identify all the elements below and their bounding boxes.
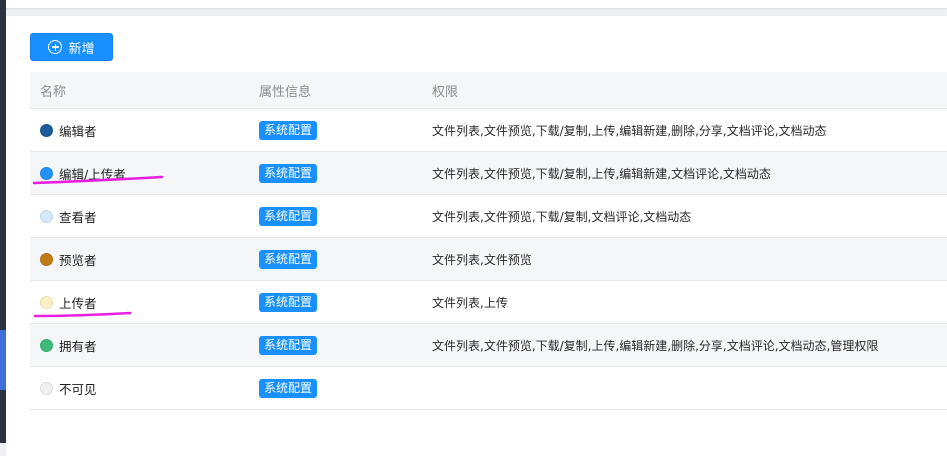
role-permissions-cell: 文件列表,文件预览 xyxy=(422,237,947,281)
role-name-cell: 不可见 xyxy=(30,366,249,410)
table-row[interactable]: 编辑者 系统配置 文件列表,文件预览,下载/复制,上传,编辑新建,删除,分享,文档评… xyxy=(30,108,947,152)
table-row[interactable]: 预览者 系统配置 文件列表,文件预览 xyxy=(30,237,947,281)
table-header-row: 名称 属性信息 权限 xyxy=(30,72,947,109)
permissions-text: 文件列表,文件预览,下载/复制,上传,编辑新建,删除,分享,文档评论,文档动态 xyxy=(432,123,827,138)
permissions-text: 文件列表,文件预览,下载/复制,上传,编辑新建,删除,分享,文档评论,文档动态,… xyxy=(432,338,879,353)
role-attribute-cell: 系统配置 xyxy=(249,108,422,152)
table-row[interactable]: 拥有者 系统配置 文件列表,文件预览,下载/复制,上传,编辑新建,删除,分享,文档评… xyxy=(30,323,947,367)
role-attribute-cell: 系统配置 xyxy=(249,280,422,324)
header-name: 名称 xyxy=(30,72,249,109)
role-name-cell: 上传者 xyxy=(30,280,249,324)
permissions-text: 文件列表,文件预览,下载/复制,文档评论,文档动态 xyxy=(432,209,692,224)
system-config-tag: 系统配置 xyxy=(259,335,318,355)
content-card: 新增 名称 属性信息 权限 编辑者 系统配置 文件列表,文件预览,下载/复制,上传,… xyxy=(6,16,947,456)
role-color-dot-icon xyxy=(40,123,53,137)
role-attribute-cell: 系统配置 xyxy=(249,237,422,281)
role-name: 上传者 xyxy=(59,295,97,311)
add-button[interactable]: 新增 xyxy=(30,33,113,61)
system-config-tag: 系统配置 xyxy=(259,163,318,183)
role-name: 编辑者 xyxy=(59,123,97,139)
role-permissions-cell: 文件列表,上传 xyxy=(422,280,947,324)
permissions-text: 文件列表,文件预览 xyxy=(432,252,532,267)
role-attribute-cell: 系统配置 xyxy=(249,194,422,238)
system-config-tag: 系统配置 xyxy=(259,378,318,398)
table-row[interactable]: 编辑/上传者 系统配置 文件列表,文件预览,下载/复制,上传,编辑新建,文档评论,文… xyxy=(30,151,947,195)
role-name-cell: 编辑/上传者 xyxy=(30,151,249,195)
permissions-text: 文件列表,上传 xyxy=(432,295,508,310)
add-button-label: 新增 xyxy=(68,40,95,56)
table-row[interactable]: 不可见 系统配置 xyxy=(30,366,947,410)
role-color-dot-icon xyxy=(40,209,53,223)
top-header-strip xyxy=(0,0,947,8)
role-permissions-cell: 文件列表,文件预览,下载/复制,上传,编辑新建,删除,分享,文档评论,文档动态 xyxy=(422,108,947,152)
table-body: 编辑者 系统配置 文件列表,文件预览,下载/复制,上传,编辑新建,删除,分享,文档评… xyxy=(30,108,947,410)
role-name-cell: 编辑者 xyxy=(30,108,249,152)
system-config-tag: 系统配置 xyxy=(259,206,318,226)
role-name-cell: 拥有者 xyxy=(30,323,249,367)
role-permissions-cell: 文件列表,文件预览,下载/复制,文档评论,文档动态 xyxy=(422,194,947,238)
role-name: 拥有者 xyxy=(59,338,97,354)
role-name: 查看者 xyxy=(59,209,97,225)
role-attribute-cell: 系统配置 xyxy=(249,323,422,367)
table-row[interactable]: 查看者 系统配置 文件列表,文件预览,下载/复制,文档评论,文档动态 xyxy=(30,194,947,238)
table-row[interactable]: 上传者 系统配置 文件列表,上传 xyxy=(30,280,947,324)
role-color-dot-icon xyxy=(40,381,53,395)
role-name-cell: 查看者 xyxy=(30,194,249,238)
permissions-text: 文件列表,文件预览,下载/复制,上传,编辑新建,文档评论,文档动态 xyxy=(432,166,771,181)
header-attributes: 属性信息 xyxy=(249,72,422,109)
role-attribute-cell: 系统配置 xyxy=(249,151,422,195)
role-name: 预览者 xyxy=(59,252,97,268)
role-permissions-cell: 文件列表,文件预览,下载/复制,上传,编辑新建,删除,分享,文档评论,文档动态,… xyxy=(422,323,947,367)
role-name-cell: 预览者 xyxy=(30,237,249,281)
system-config-tag: 系统配置 xyxy=(259,292,318,312)
header-permissions: 权限 xyxy=(422,72,947,109)
role-permissions-cell: 文件列表,文件预览,下载/复制,上传,编辑新建,文档评论,文档动态 xyxy=(422,151,947,195)
role-name: 编辑/上传者 xyxy=(59,166,126,182)
system-config-tag: 系统配置 xyxy=(259,120,318,140)
role-permissions-cell xyxy=(422,366,947,410)
role-color-dot-icon xyxy=(40,295,53,309)
role-color-dot-icon xyxy=(40,338,53,352)
role-name: 不可见 xyxy=(59,381,97,397)
plus-circle-icon xyxy=(48,40,63,54)
role-table: 名称 属性信息 权限 编辑者 系统配置 文件列表,文件预览,下载/复制,上传,编辑新… xyxy=(30,72,947,410)
role-color-dot-icon xyxy=(40,166,53,180)
system-config-tag: 系统配置 xyxy=(259,249,318,269)
role-attribute-cell: 系统配置 xyxy=(249,366,422,410)
role-color-dot-icon xyxy=(40,252,53,266)
